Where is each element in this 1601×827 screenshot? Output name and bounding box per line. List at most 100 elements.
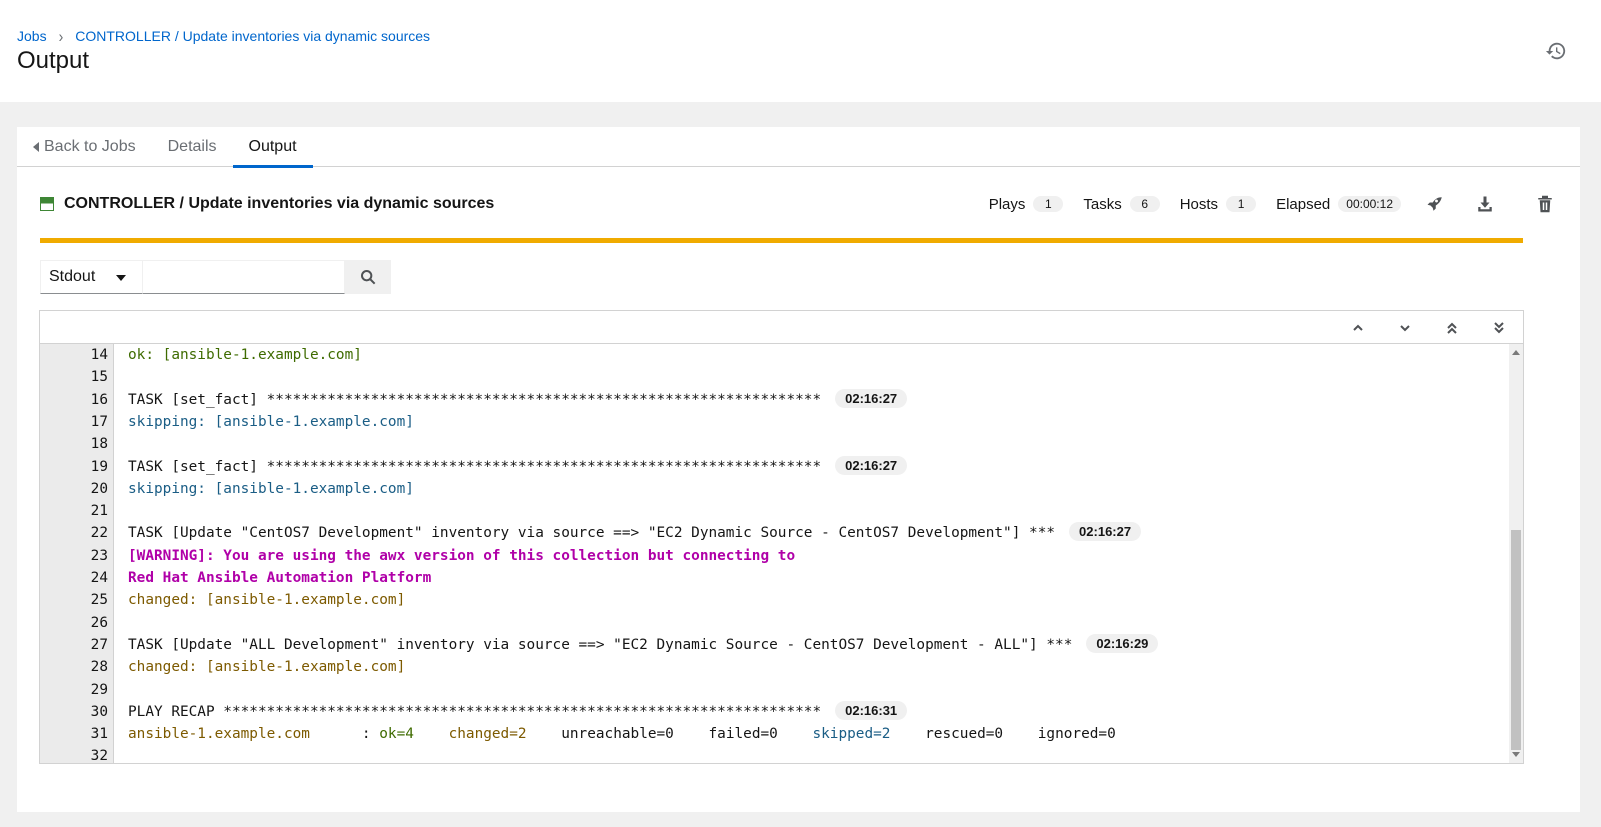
recap-colon: : (309, 726, 380, 743)
elapsed-label: Elapsed (1276, 195, 1331, 213)
caret-down-icon (116, 275, 126, 281)
line-number: 21 (90, 503, 108, 520)
output-line: 14 ok: [ansible-1.example.com] (40, 344, 1509, 366)
breadcrumb-jobs-link[interactable]: Jobs (17, 28, 47, 44)
job-header: CONTROLLER / Update inventories via dyna… (40, 192, 1557, 222)
line-content: TASK [set_fact] ************************… (128, 458, 822, 475)
line-text: PLAY RECAP *****************************… (128, 700, 908, 723)
output-line: 30 PLAY RECAP ***************************… (40, 700, 1509, 723)
stdout-toolbar (40, 311, 1523, 344)
recap-failed: failed=0 (708, 726, 778, 743)
line-text: ansible-1.example.com : ok=4 changed=2 u… (128, 723, 1116, 745)
search-type-select[interactable]: Stdout (40, 260, 143, 294)
recap-ignored: ignored=0 (1037, 726, 1116, 743)
tab-output-label: Output (248, 138, 297, 155)
caret-left-icon (33, 142, 39, 152)
line-text: TASK [set_fact] ************************… (128, 388, 908, 411)
job-output-card: Back to Jobs Details Output CONTROLLER /… (17, 127, 1580, 812)
output-line: 28 changed: [ansible-1.example.com] (40, 656, 1509, 678)
line-content: [WARNING]: You are using the awx version… (128, 547, 796, 564)
line-text: changed: [ansible-1.example.com] (128, 589, 405, 611)
recap-unreachable: unreachable=0 (561, 726, 674, 743)
scroll-previous-button[interactable] (1349, 319, 1367, 337)
output-search: Stdout (40, 260, 391, 294)
line-number: 16 (90, 391, 108, 408)
job-progress-bar (40, 238, 1523, 243)
trash-icon (1538, 195, 1552, 213)
line-number: 18 (90, 436, 108, 453)
line-content: Red Hat Ansible Automation Platform (128, 570, 432, 586)
output-line: 18 (40, 433, 1509, 455)
delete-button[interactable] (1533, 192, 1557, 216)
line-number: 20 (90, 480, 108, 497)
breadcrumb: Jobs › CONTROLLER / Update inventories v… (17, 26, 430, 46)
history-icon[interactable] (1545, 40, 1567, 62)
stdout-scrollbar[interactable] (1509, 344, 1523, 763)
output-line: 15 (40, 366, 1509, 388)
output-line: 16 TASK [set_fact] **********************… (40, 388, 1509, 411)
tab-back-to-jobs[interactable]: Back to Jobs (17, 127, 152, 167)
scroll-first-button[interactable] (1443, 319, 1461, 337)
scroll-last-button[interactable] (1490, 319, 1508, 337)
line-number: 26 (90, 614, 108, 631)
job-stats: Plays 1 Tasks 6 Hosts 1 Elapsed 00:00:12 (989, 192, 1557, 216)
line-number: 27 (90, 636, 108, 653)
search-input[interactable] (143, 260, 345, 294)
line-content: skipping: [ansible-1.example.com] (128, 480, 414, 497)
hosts-label: Hosts (1179, 195, 1219, 213)
line-text: Red Hat Ansible Automation Platform (128, 567, 431, 589)
output-line: 25 changed: [ansible-1.example.com] (40, 589, 1509, 611)
timestamp-badge: 02:16:27 (835, 388, 908, 408)
tab-back-label: Back to Jobs (44, 138, 136, 155)
output-line: 24 Red Hat Ansible Automation Platform (40, 567, 1509, 589)
angle-down-icon (1400, 325, 1410, 332)
line-text: ok: [ansible-1.example.com] (128, 344, 362, 366)
search-button[interactable] (345, 260, 391, 294)
tab-details[interactable]: Details (152, 127, 233, 167)
relaunch-button[interactable] (1423, 192, 1447, 216)
line-number: 25 (90, 592, 108, 609)
line-content: TASK [Update "ALL Development" inventory… (128, 636, 1073, 653)
line-number: 22 (90, 525, 108, 542)
breadcrumb-separator-icon: › (58, 26, 64, 46)
line-content: PLAY RECAP *****************************… (128, 703, 822, 720)
job-title: CONTROLLER / Update inventories via dyna… (64, 195, 495, 212)
line-number: 29 (90, 681, 108, 698)
output-line: 22 TASK [Update "CentOS7 Development" inv… (40, 522, 1509, 544)
line-number: 14 (90, 347, 108, 363)
line-text: skipping: [ansible-1.example.com] (128, 478, 414, 500)
timestamp-badge: 02:16:31 (835, 700, 908, 720)
angle-double-down-icon (1494, 322, 1504, 334)
output-line: 26 (40, 612, 1509, 634)
line-text: skipping: [ansible-1.example.com] (128, 411, 414, 433)
line-content: skipping: [ansible-1.example.com] (128, 413, 414, 430)
line-number: 32 (90, 748, 108, 763)
output-line: 31 ansible-1.example.com : ok=4 changed=2… (40, 723, 1509, 745)
line-number: 31 (90, 726, 108, 743)
line-number: 15 (90, 369, 108, 386)
tab-output[interactable]: Output (232, 127, 313, 168)
stdout-lines: 14 ok: [ansible-1.example.com] 15 16 TASK [s… (40, 344, 1509, 763)
breadcrumb-current-link[interactable]: CONTROLLER / Update inventories via dyna… (75, 28, 430, 44)
line-content: TASK [set_fact] ************************… (128, 391, 822, 408)
timestamp-badge: 02:16:29 (1086, 633, 1159, 653)
job-status-icon (40, 197, 54, 211)
tab-details-label: Details (167, 138, 217, 155)
angle-double-up-icon (1447, 322, 1457, 334)
line-text: [WARNING]: You are using the awx version… (128, 545, 795, 567)
download-button[interactable] (1473, 192, 1497, 216)
timestamp-badge: 02:16:27 (835, 455, 908, 475)
page-title: Output (17, 47, 90, 74)
output-line: 23 [WARNING]: You are using the awx versi… (40, 545, 1509, 567)
line-number: 24 (90, 570, 108, 586)
rocket-icon (1427, 197, 1442, 211)
hosts-count-badge: 1 (1226, 196, 1257, 212)
scroll-next-button[interactable] (1396, 319, 1414, 337)
scrollbar-thumb[interactable] (1511, 530, 1521, 750)
scroll-down-arrow-icon[interactable] (1512, 752, 1520, 757)
line-number: 23 (90, 547, 108, 564)
recap-changed: changed=2 (448, 726, 527, 743)
line-text: TASK [set_fact] ************************… (128, 455, 908, 478)
elapsed-badge: 00:00:12 (1338, 196, 1401, 212)
scroll-up-arrow-icon[interactable] (1512, 350, 1520, 355)
